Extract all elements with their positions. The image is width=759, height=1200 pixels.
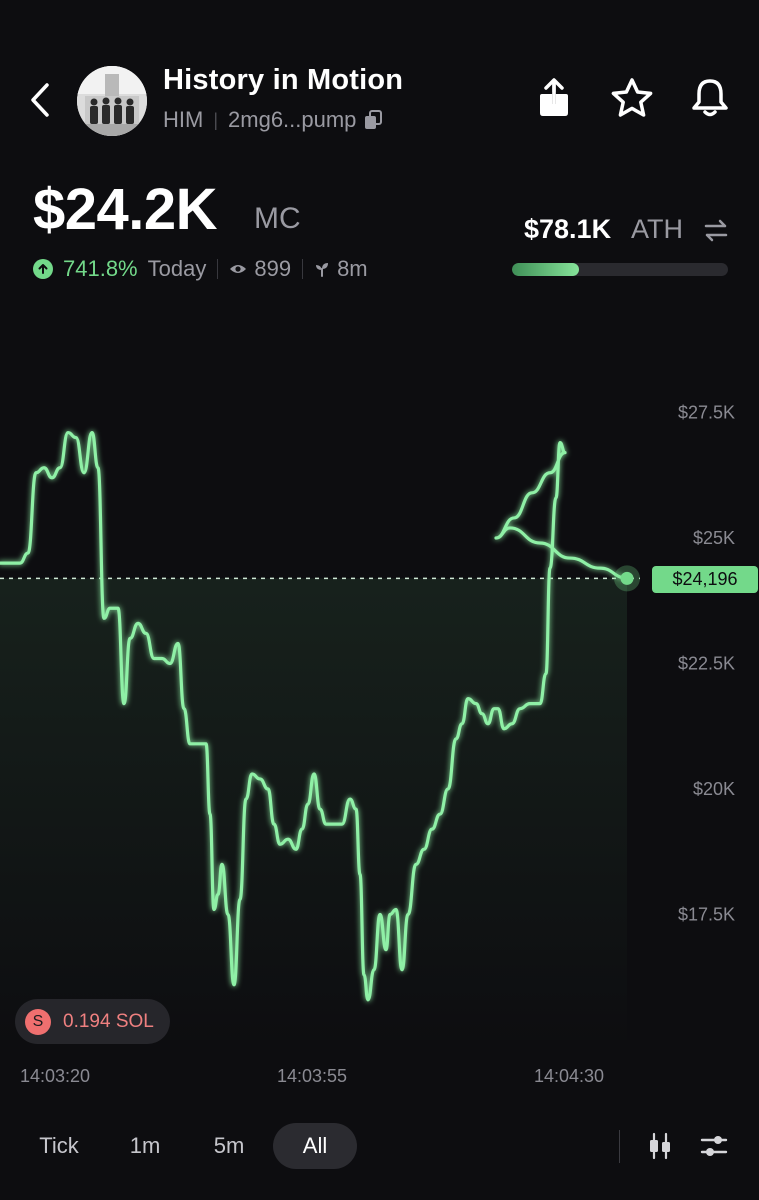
stats-row: 741.8% Today 899 8m bbox=[33, 256, 368, 282]
timeframe-all[interactable]: All bbox=[273, 1123, 357, 1169]
price-chart[interactable]: $27.5K$25K$22.5K$20K$17.5K 14:03:20 14:03… bbox=[0, 300, 759, 1100]
market-cap-value: $24.2K bbox=[33, 177, 218, 242]
favorite-button[interactable] bbox=[608, 74, 656, 122]
timeframe-5m[interactable]: 5m bbox=[196, 1123, 262, 1169]
viewer-count: 899 bbox=[254, 256, 292, 281]
star-icon bbox=[611, 78, 653, 117]
controls-divider bbox=[619, 1130, 620, 1163]
x-tick-label: 14:03:55 bbox=[277, 1066, 347, 1086]
contract-address[interactable]: 2mg6...pump bbox=[228, 107, 356, 133]
change-period: Today bbox=[147, 256, 207, 281]
timeframe-1m[interactable]: 1m bbox=[112, 1123, 178, 1169]
ath-value: $78.1K bbox=[524, 214, 612, 244]
share-button[interactable] bbox=[530, 74, 578, 122]
alert-button[interactable] bbox=[686, 74, 734, 122]
back-button[interactable] bbox=[22, 78, 58, 122]
ath-progress-fill bbox=[512, 263, 579, 276]
current-price-dot bbox=[620, 571, 634, 585]
copy-icon[interactable] bbox=[364, 110, 383, 130]
token-subtitle: HIM | 2mg6...pump bbox=[163, 107, 383, 133]
current-price-badge: $24,196 bbox=[652, 566, 758, 593]
swap-arrows-icon[interactable] bbox=[703, 217, 729, 243]
token-ticker: HIM bbox=[163, 107, 204, 132]
timeframe-tick[interactable]: Tick bbox=[22, 1123, 96, 1169]
sell-amount: 0.194 SOL bbox=[63, 1010, 154, 1032]
change-percent: 741.8% bbox=[63, 256, 138, 281]
bell-icon bbox=[692, 79, 728, 117]
token-name: History in Motion bbox=[163, 64, 404, 96]
ath-label: ATH bbox=[631, 214, 683, 244]
y-tick-label: $25K bbox=[693, 528, 735, 548]
y-tick-label: $17.5K bbox=[678, 905, 735, 925]
sell-marker[interactable]: S 0.194 SOL bbox=[15, 999, 170, 1044]
eye-icon bbox=[229, 263, 247, 275]
sliders-icon bbox=[700, 1136, 728, 1156]
ath-progress-bar bbox=[512, 263, 728, 276]
y-tick-label: $22.5K bbox=[678, 654, 735, 674]
sol-icon: S bbox=[25, 1008, 51, 1035]
x-tick-label: 14:04:30 bbox=[534, 1066, 604, 1086]
candlestick-icon bbox=[650, 1132, 670, 1160]
chart-type-button[interactable] bbox=[642, 1128, 678, 1164]
sprout-icon bbox=[314, 261, 330, 277]
token-age: 8m bbox=[337, 256, 368, 281]
stats-divider bbox=[302, 259, 304, 279]
subtitle-divider: | bbox=[213, 109, 219, 130]
token-avatar bbox=[77, 66, 147, 136]
chevron-left-icon bbox=[31, 83, 49, 117]
arrow-up-circle-icon bbox=[33, 259, 53, 279]
price-area-fill bbox=[0, 578, 627, 1050]
y-tick-label: $27.5K bbox=[678, 403, 735, 423]
y-axis: $27.5K $25K $22.5K $20K $17.5K bbox=[678, 403, 735, 925]
market-cap-unit: MC bbox=[254, 202, 301, 235]
y-tick-label: $20K bbox=[693, 779, 735, 799]
stats-divider bbox=[217, 259, 219, 279]
chart-settings-button[interactable] bbox=[696, 1128, 732, 1164]
x-axis: 14:03:20 14:03:55 14:04:30 bbox=[20, 1066, 604, 1086]
x-tick-label: 14:03:20 bbox=[20, 1066, 90, 1086]
share-icon bbox=[540, 78, 568, 116]
